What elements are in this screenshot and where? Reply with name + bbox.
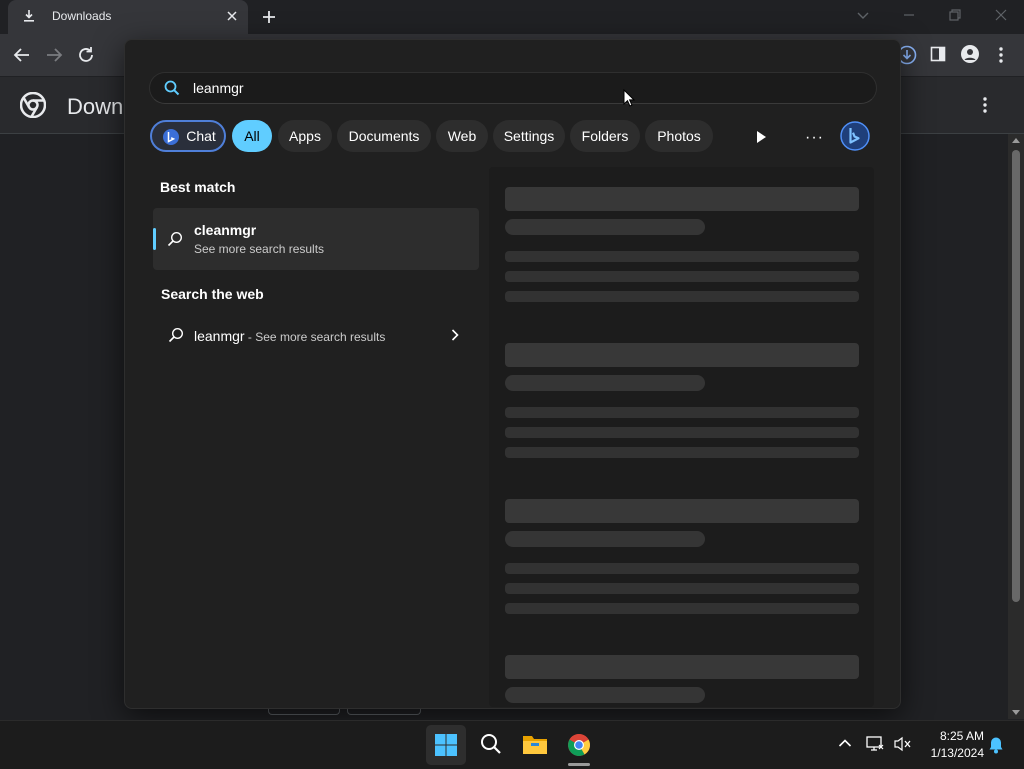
chip-photos[interactable]: Photos [645,120,713,152]
menu-icon[interactable] [998,46,1004,64]
chip-documents[interactable]: Documents [337,120,431,152]
skeleton-block [505,343,859,367]
taskbar: 8:25 AM 1/13/2024 [0,720,1024,769]
web-result-query: leanmgr [194,328,245,344]
skeleton-block [505,187,859,211]
tab-search-chevron-icon[interactable] [856,8,870,22]
play-icon[interactable] [755,130,767,144]
skeleton-block [505,251,859,262]
skeleton-block [505,583,859,594]
chip-label: Chat [186,128,216,144]
bing-icon [162,128,180,146]
chip-all[interactable]: All [232,120,272,152]
volume-muted-icon[interactable] [894,736,912,752]
chrome-icon [20,92,46,118]
running-indicator [568,763,590,766]
skeleton-block [505,271,859,282]
start-button[interactable] [426,725,466,765]
plus-icon[interactable] [261,9,277,25]
best-match-title: cleanmgr [194,222,257,238]
file-explorer-icon[interactable] [522,733,548,755]
chip-label: All [244,128,260,144]
web-search-result[interactable]: leanmgr - See more search results [153,320,479,350]
notification-bell-icon[interactable] [988,736,1004,754]
skeleton-block [505,655,859,679]
search-flyout: leanmgr Chat All Apps Documents Web Sett… [124,39,901,709]
skeleton-block [505,427,859,438]
back-icon[interactable] [13,46,31,64]
browser-tabstrip: Downloads [0,0,1024,34]
mouse-cursor-icon [623,89,635,107]
search-web-heading: Search the web [161,286,264,302]
scroll-up-icon[interactable] [1012,138,1020,143]
search-icon [164,80,180,96]
web-result-suffix: - See more search results [244,330,386,344]
skeleton-block [505,219,705,235]
tab-title: Downloads [52,9,112,23]
profile-icon[interactable] [961,45,979,63]
skeleton-block [505,447,859,458]
page-title: Down [67,94,124,119]
skeleton-block [505,291,859,302]
chip-label: Folders [581,128,629,144]
window-close-icon[interactable] [994,8,1008,22]
chrome-icon[interactable] [567,733,591,757]
best-match-subtitle: See more search results [194,242,325,256]
skeleton-block [505,375,705,391]
scroll-down-icon[interactable] [1012,710,1020,715]
chevron-right-icon[interactable] [450,328,460,342]
skeleton-block [505,499,859,523]
close-icon[interactable] [226,10,238,22]
search-input[interactable]: leanmgr [149,72,877,104]
search-icon [168,327,184,343]
chip-label: Documents [348,128,420,144]
search-query-text: leanmgr [193,80,244,96]
minimize-icon[interactable] [902,8,916,22]
clock-time[interactable]: 8:25 AM [924,729,984,743]
browser-tab-downloads[interactable]: Downloads [8,0,248,34]
chevron-up-icon[interactable] [838,738,852,748]
restore-icon[interactable] [948,8,962,22]
scroll-thumb[interactable] [1012,150,1020,602]
page-scrollbar[interactable] [1008,134,1024,719]
chip-label: Photos [657,128,701,144]
search-filter-chips: Chat All Apps Documents Web Settings Fol… [150,120,890,154]
download-icon [22,9,36,23]
selection-accent [153,228,156,250]
windows-icon [435,734,457,756]
reload-icon[interactable] [77,46,95,64]
search-icon [167,231,183,247]
network-icon[interactable] [866,736,884,752]
chip-chat[interactable]: Chat [150,120,226,152]
chip-apps[interactable]: Apps [278,120,332,152]
chip-folders[interactable]: Folders [570,120,640,152]
chip-label: Web [447,128,477,144]
chip-settings[interactable]: Settings [493,120,565,152]
preview-pane-loading [489,167,874,707]
best-match-result[interactable]: cleanmgr See more search results [153,208,479,270]
skeleton-block [505,603,859,614]
skeleton-block [505,563,859,574]
chip-web[interactable]: Web [436,120,488,152]
forward-icon[interactable] [45,46,63,64]
more-options-icon[interactable]: ··· [805,129,824,147]
skeleton-block [505,531,705,547]
sidepanel-icon[interactable] [930,46,946,62]
chip-label: Settings [503,128,555,144]
chip-label: Apps [289,128,321,144]
clock-date[interactable]: 1/13/2024 [914,746,984,760]
best-match-heading: Best match [160,179,236,195]
bing-icon[interactable] [840,121,870,151]
web-result-text: leanmgr - See more search results [194,328,385,344]
skeleton-block [505,687,705,703]
search-icon[interactable] [480,733,502,755]
page-menu-icon[interactable] [982,96,988,114]
skeleton-block [505,407,859,418]
